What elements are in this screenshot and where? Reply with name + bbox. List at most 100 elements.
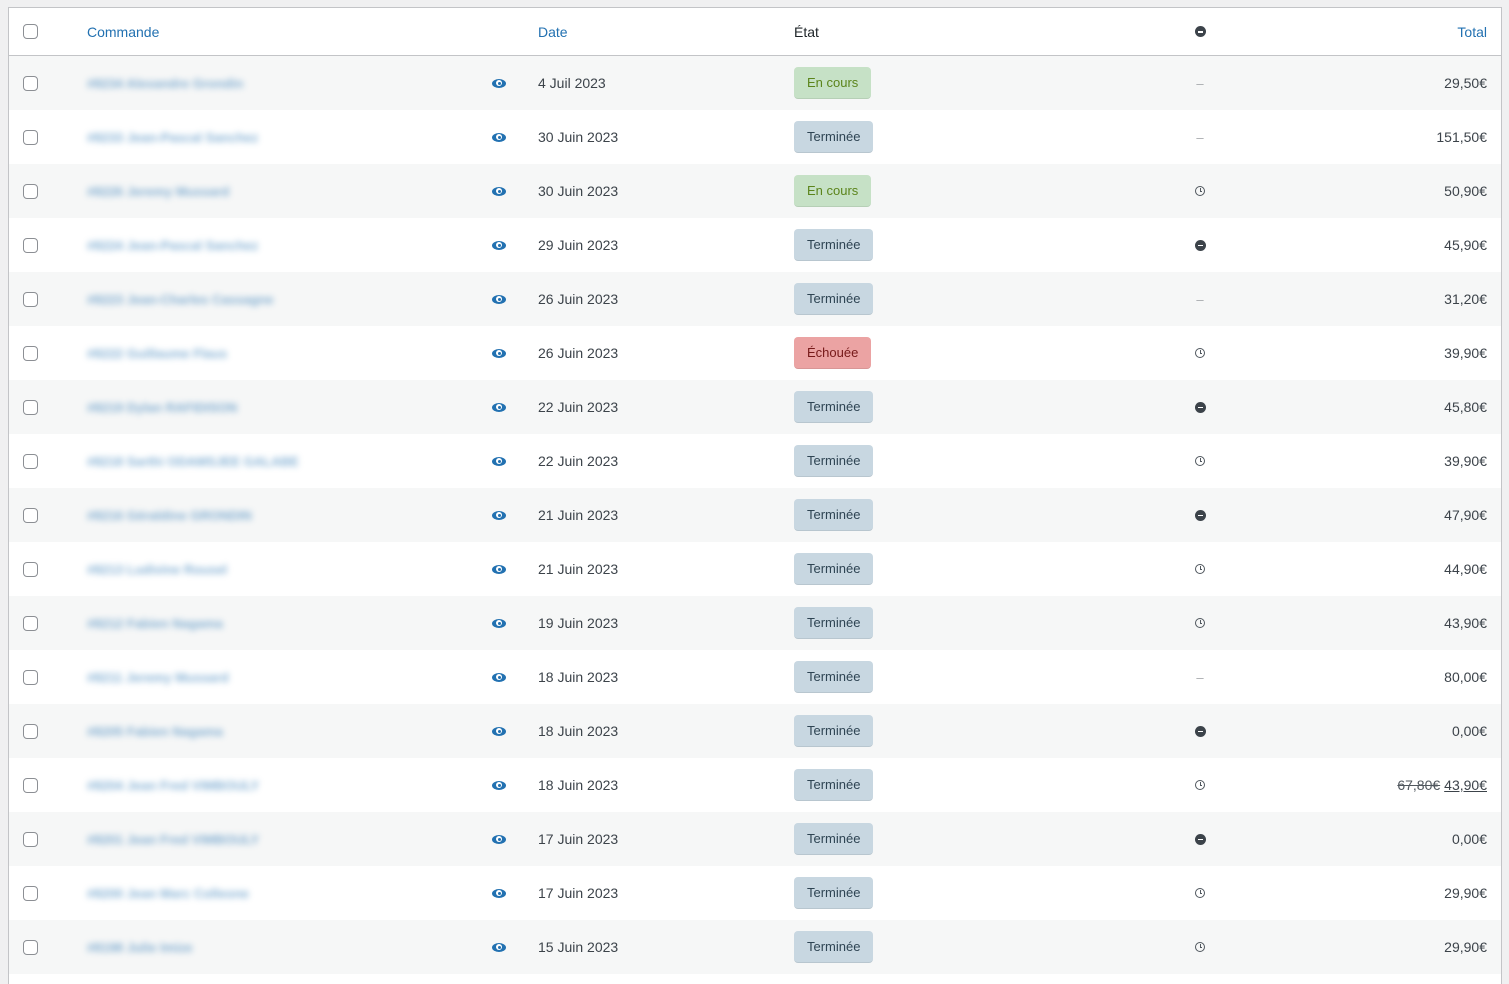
row-checkbox[interactable] <box>23 129 38 145</box>
order-link[interactable]: #8233 Jean-Pascal Sanchez <box>87 130 258 145</box>
origin-cell <box>1189 704 1211 758</box>
preview-eye-icon[interactable] <box>492 294 506 304</box>
row-checkbox[interactable] <box>23 669 38 685</box>
row-checkbox[interactable] <box>23 291 38 307</box>
preview-eye-icon[interactable] <box>492 834 506 844</box>
order-total: 29,50€ <box>1444 75 1487 91</box>
column-order[interactable]: Commande <box>87 8 447 55</box>
order-total: 45,90€ <box>1444 237 1487 253</box>
origin-icon <box>1194 725 1206 737</box>
order-date: 17 Juin 2023 <box>538 812 738 866</box>
column-state-label: État <box>794 23 819 40</box>
order-link[interactable]: #8211 Jeremy Mussard <box>87 670 229 685</box>
preview-eye-icon[interactable] <box>492 726 506 736</box>
total-cell: 0,00€ <box>1452 704 1487 758</box>
select-all-checkbox[interactable] <box>23 24 38 39</box>
order-total: 43,90€ <box>1444 777 1487 793</box>
order-date-text: 22 Juin 2023 <box>538 399 619 415</box>
row-checkbox[interactable] <box>23 507 38 523</box>
status-badge: Terminée <box>794 445 874 477</box>
preview-eye-icon[interactable] <box>492 240 506 250</box>
order-link[interactable]: #8218 Sarthi ODAMSJEE GALABE <box>87 454 299 469</box>
order-cell: #8216 Géraldine GRONDIN <box>87 488 447 542</box>
preview-eye-icon[interactable] <box>492 348 506 358</box>
preview-eye-icon[interactable] <box>492 510 506 520</box>
row-checkbox[interactable] <box>23 723 38 739</box>
order-cell: #8218 Sarthi ODAMSJEE GALABE <box>87 434 447 488</box>
order-date: 17 Juin 2023 <box>538 866 738 920</box>
table-header: Commande Date État Total <box>9 8 1501 56</box>
preview-eye-icon[interactable] <box>492 564 506 574</box>
row-checkbox[interactable] <box>23 345 38 361</box>
order-link[interactable]: #8213 Ludivine Rousel <box>87 562 227 577</box>
origin-cell: – <box>1189 110 1211 164</box>
order-cell: #8198 Julie Imize <box>87 920 447 974</box>
origin-cell <box>1189 920 1211 974</box>
order-total: 39,90€ <box>1444 345 1487 361</box>
order-link[interactable]: #8201 Jean Fred VIMBOULY <box>87 832 259 847</box>
preview-eye-icon[interactable] <box>492 942 506 952</box>
order-date: 18 Juin 2023 <box>538 758 738 812</box>
order-total: 29,90€ <box>1444 885 1487 901</box>
column-total-label[interactable]: Total <box>1457 24 1487 40</box>
preview-eye-icon[interactable] <box>492 780 506 790</box>
table-row: #8198 Julie Imize 15 Juin 2023 Terminée 29,… <box>9 920 1501 974</box>
order-date: 26 Juin 2023 <box>538 326 738 380</box>
column-date-label[interactable]: Date <box>538 24 568 40</box>
row-checkbox[interactable] <box>23 75 38 91</box>
preview-cell <box>489 326 509 380</box>
row-checkbox[interactable] <box>23 183 38 199</box>
status-badge: Terminée <box>794 229 874 261</box>
row-select-cell <box>23 434 40 488</box>
row-checkbox[interactable] <box>23 885 38 901</box>
row-checkbox[interactable] <box>23 939 38 955</box>
preview-cell <box>489 110 509 164</box>
order-link[interactable]: #8198 Julie Imize <box>87 940 193 955</box>
history-icon <box>1195 348 1205 358</box>
preview-eye-icon[interactable] <box>492 672 506 682</box>
preview-eye-icon[interactable] <box>492 78 506 88</box>
order-link[interactable]: #8200 Jean Marc Colleone <box>87 886 249 901</box>
row-checkbox[interactable] <box>23 831 38 847</box>
order-date: 18 Juin 2023 <box>538 650 738 704</box>
order-link[interactable]: #8219 Dylan RAFIDISON <box>87 400 237 415</box>
row-checkbox[interactable] <box>23 777 38 793</box>
order-state-cell: Terminée <box>794 866 1054 920</box>
row-checkbox[interactable] <box>23 237 38 253</box>
order-link[interactable]: #8216 Géraldine GRONDIN <box>87 508 252 523</box>
preview-eye-icon[interactable] <box>492 456 506 466</box>
order-link[interactable]: #8224 Jean-Pascal Sanchez <box>87 238 258 253</box>
order-date: 22 Juin 2023 <box>538 434 738 488</box>
order-date: 29 Juin 2023 <box>538 218 738 272</box>
total-cell: 45,90€ <box>1444 218 1487 272</box>
order-link[interactable]: #8234 Alexandre Grondin <box>87 76 243 91</box>
row-checkbox[interactable] <box>23 561 38 577</box>
preview-eye-icon[interactable] <box>492 402 506 412</box>
origin-empty: – <box>1196 669 1204 685</box>
preview-cell <box>489 542 509 596</box>
order-date: 22 Juin 2023 <box>538 380 738 434</box>
order-state-cell: Terminée <box>794 758 1054 812</box>
preview-eye-icon[interactable] <box>492 888 506 898</box>
order-total: 39,90€ <box>1444 453 1487 469</box>
origin-cell <box>1189 434 1211 488</box>
order-link[interactable]: #8204 Jean Fred VIMBOULY <box>87 778 259 793</box>
preview-eye-icon[interactable] <box>492 618 506 628</box>
order-link[interactable]: #8222 Guillaume Flaus <box>87 346 227 361</box>
status-badge: Terminée <box>794 283 874 315</box>
order-link[interactable]: #8223 Jean-Charles Cassagne <box>87 292 273 307</box>
order-link[interactable]: #8226 Jeremy Mussard <box>87 184 229 199</box>
order-date-text: 4 Juil 2023 <box>538 75 606 91</box>
row-checkbox[interactable] <box>23 615 38 631</box>
row-checkbox[interactable] <box>23 399 38 415</box>
column-date[interactable]: Date <box>538 8 738 55</box>
row-checkbox[interactable] <box>23 453 38 469</box>
preview-eye-icon[interactable] <box>492 132 506 142</box>
order-link[interactable]: #8212 Fabien Nagama <box>87 616 223 631</box>
column-order-label[interactable]: Commande <box>87 24 159 40</box>
preview-eye-icon[interactable] <box>492 186 506 196</box>
column-total[interactable]: Total <box>1457 8 1487 55</box>
order-state-cell: En cours <box>794 164 1054 218</box>
order-date-text: 18 Juin 2023 <box>538 777 619 793</box>
order-link[interactable]: #8205 Fabien Nagama <box>87 724 223 739</box>
